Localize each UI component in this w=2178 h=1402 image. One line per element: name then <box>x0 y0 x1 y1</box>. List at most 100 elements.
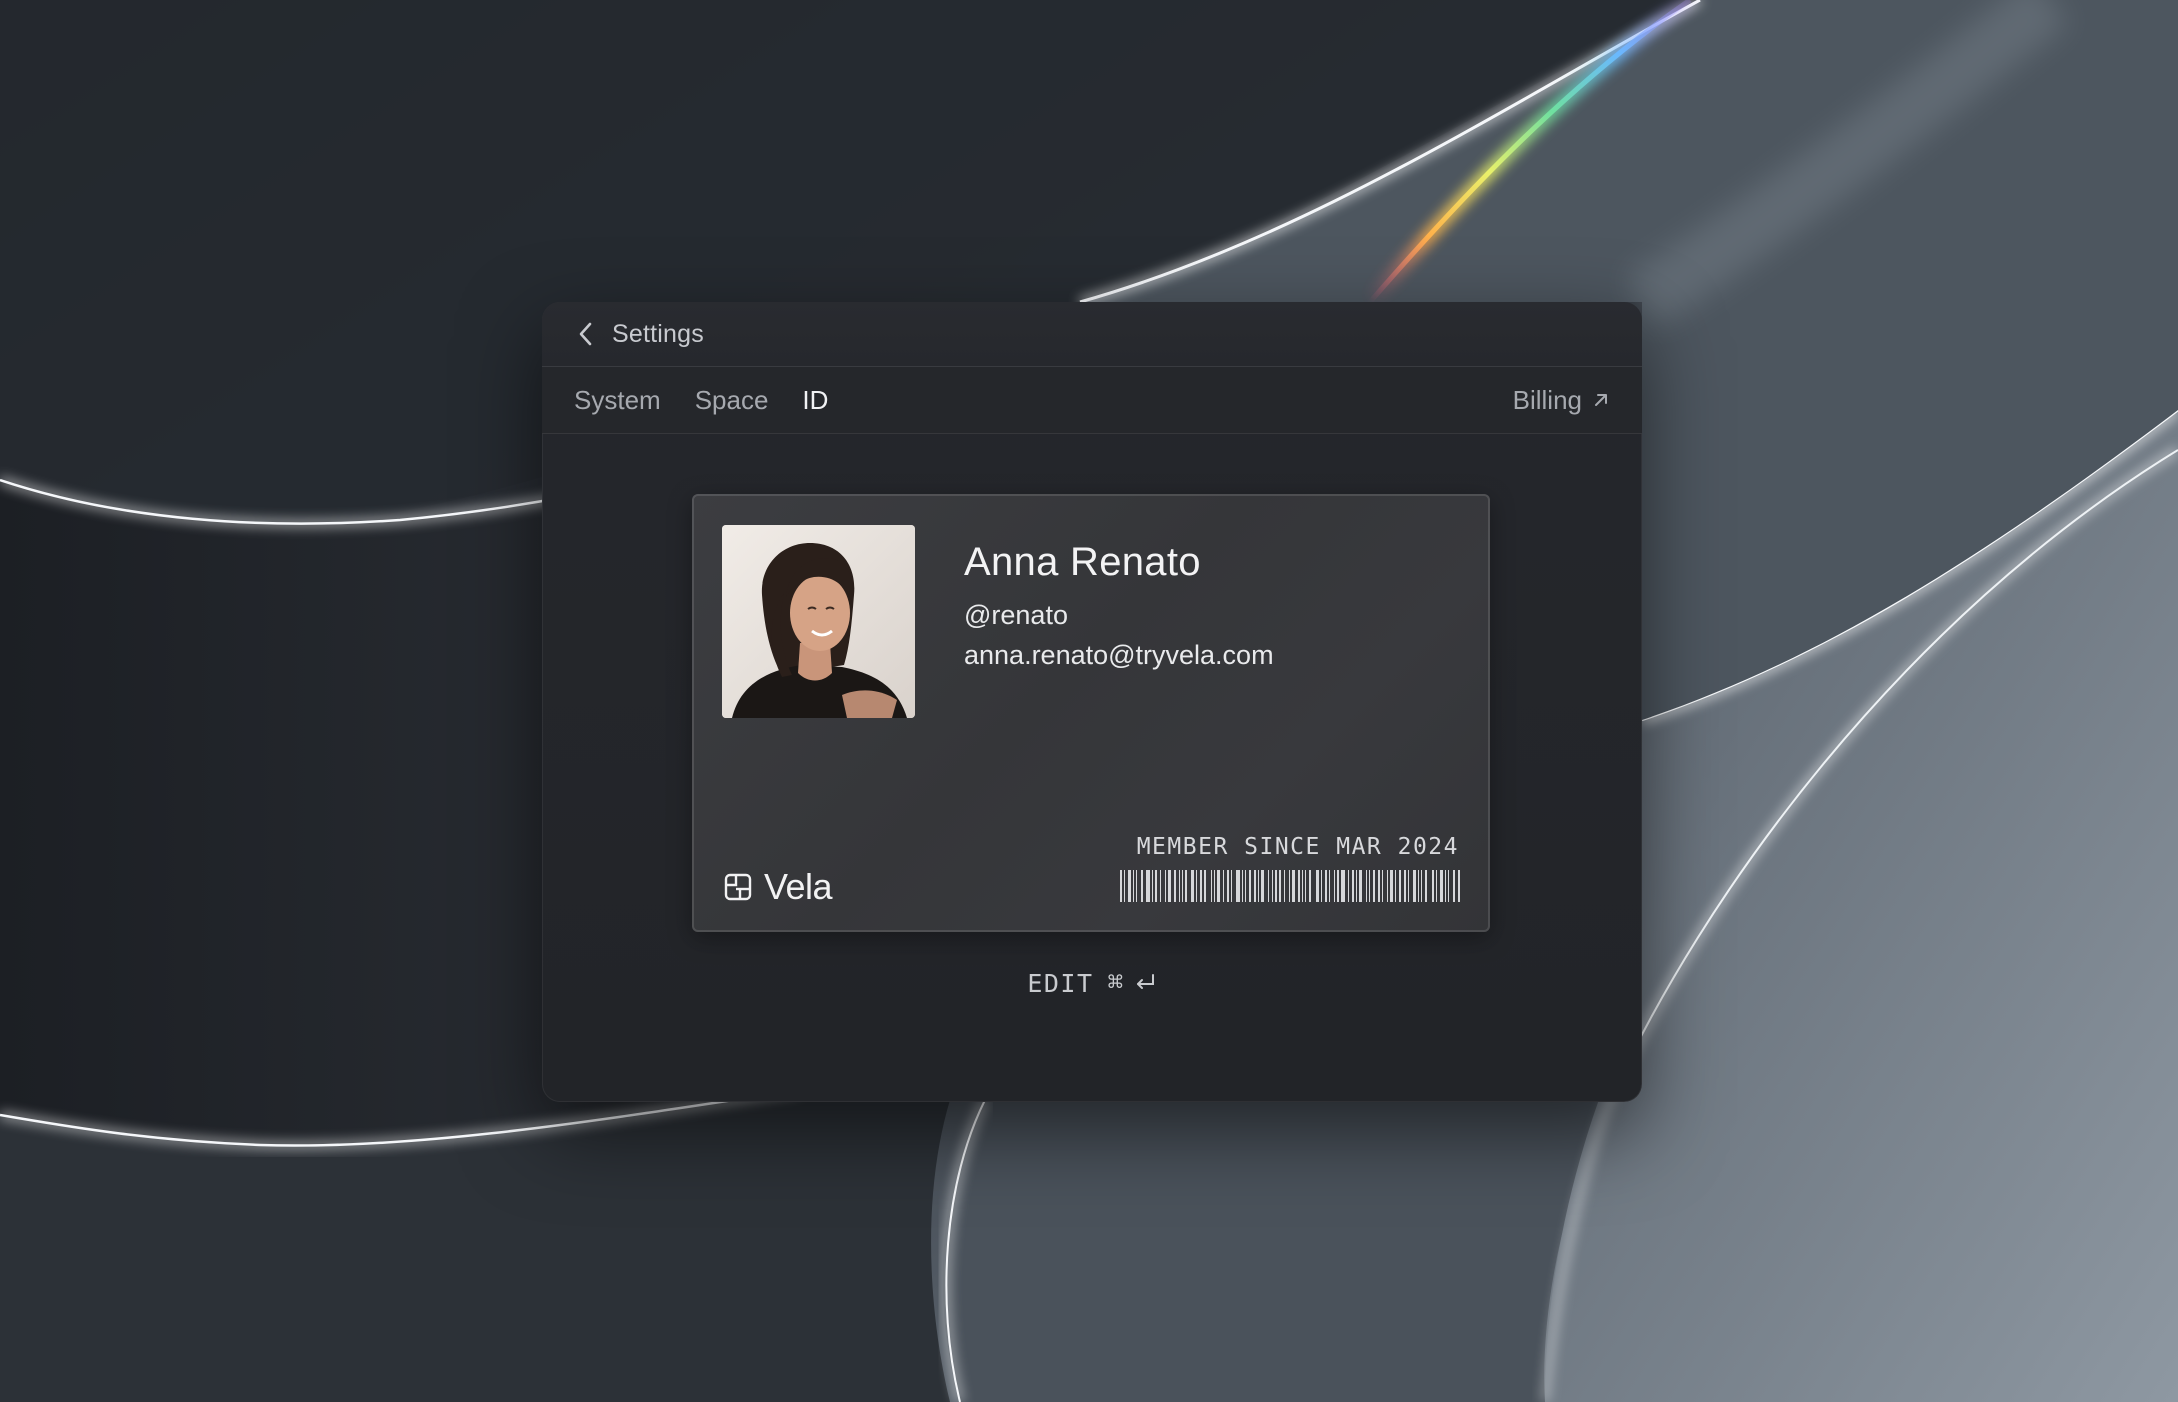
edit-label: EDIT <box>1027 968 1094 998</box>
barcode-bar <box>1141 870 1143 902</box>
barcode-bar <box>1152 870 1153 902</box>
barcode-bar <box>1231 870 1232 902</box>
barcode-bar <box>1268 870 1269 902</box>
tab-id[interactable]: ID <box>802 385 828 416</box>
barcode-bar <box>1217 870 1220 902</box>
tab-bar: System Space ID Billing <box>542 367 1642 434</box>
barcode-bar <box>1387 870 1388 902</box>
barcode-bar <box>1334 870 1335 902</box>
brand-logo: Vela <box>724 866 833 908</box>
barcode-bar <box>1258 870 1259 902</box>
barcode-bar <box>1302 870 1303 902</box>
barcode-bar <box>1399 870 1401 902</box>
barcode-bar <box>1458 870 1460 902</box>
barcode-bar <box>1316 870 1319 902</box>
barcode-bar <box>1191 870 1194 902</box>
barcode-bar <box>1425 870 1427 902</box>
barcode-bar <box>1168 870 1171 902</box>
barcode-bar <box>1298 870 1300 902</box>
brand-name: Vela <box>764 866 833 907</box>
edit-button[interactable]: EDIT ⌘ <box>542 968 1642 998</box>
id-card: Anna Renato @renato anna.renato@tryvela.… <box>692 494 1490 932</box>
barcode-bar <box>1352 870 1354 902</box>
barcode-bar <box>1448 870 1449 902</box>
avatar <box>722 525 915 718</box>
barcode-bar <box>1436 870 1437 902</box>
barcode-bar <box>1337 870 1339 902</box>
barcode-bar <box>1348 870 1349 902</box>
member-email: anna.renato@tryvela.com <box>964 640 1274 670</box>
barcode-bar <box>1359 870 1362 902</box>
barcode-bar <box>1249 870 1251 902</box>
member-handle: @renato <box>964 600 1068 630</box>
barcode-bar <box>1292 870 1295 902</box>
barcode-bar <box>1366 870 1367 902</box>
edit-shortcut: ⌘ <box>1108 968 1157 998</box>
billing-link[interactable]: Billing <box>1513 385 1610 416</box>
barcode-bar <box>1404 870 1406 902</box>
barcode-bar <box>1321 870 1322 902</box>
barcode-bar <box>1200 870 1202 902</box>
barcode-bar <box>1185 870 1187 902</box>
member-name: Anna Renato <box>964 540 1201 584</box>
barcode-bar <box>1124 870 1125 902</box>
barcode-bar <box>1133 870 1134 902</box>
barcode-bar <box>1329 870 1330 902</box>
barcode-bar <box>1373 870 1375 902</box>
barcode-bar <box>1245 870 1246 902</box>
profile-photo <box>722 525 915 718</box>
barcode-bar <box>1165 870 1166 902</box>
barcode-bar <box>1440 870 1443 902</box>
arrow-up-right-icon <box>1595 394 1607 406</box>
tab-system[interactable]: System <box>574 385 661 416</box>
barcode-bar <box>1182 870 1183 902</box>
settings-window: Settings System Space ID Billing Anna Re… <box>542 302 1642 1102</box>
barcode-bar <box>1146 870 1150 902</box>
barcode-bar <box>1223 870 1224 902</box>
billing-label: Billing <box>1512 384 1582 415</box>
barcode-bar <box>1432 870 1434 902</box>
barcode-bar <box>1275 870 1277 902</box>
barcode-bar <box>1408 870 1409 902</box>
barcode-bar <box>1254 870 1256 902</box>
barcode-bar <box>1261 870 1264 902</box>
barcode <box>1120 870 1460 902</box>
barcode-bar <box>1356 870 1357 902</box>
barcode-bar <box>1369 870 1370 902</box>
barcode-bar <box>1155 870 1157 902</box>
member-since: MEMBER SINCE MAR 2024 <box>1136 834 1459 860</box>
barcode-bar <box>1395 870 1396 902</box>
barcode-bar <box>1174 870 1176 902</box>
barcode-bar <box>1211 870 1212 902</box>
barcode-bar <box>1204 870 1206 902</box>
barcode-bar <box>1160 870 1161 902</box>
barcode-bar <box>1279 870 1281 902</box>
barcode-bar <box>1236 870 1240 902</box>
title-bar: Settings <box>542 302 1642 367</box>
barcode-bar <box>1272 870 1273 902</box>
barcode-bar <box>1390 870 1393 902</box>
barcode-bar <box>1242 870 1243 902</box>
barcode-bar <box>1341 870 1345 902</box>
barcode-bar <box>1284 870 1285 902</box>
barcode-bar <box>1179 870 1180 902</box>
barcode-bar <box>1289 870 1290 902</box>
barcode-bar <box>1120 870 1122 902</box>
chevron-left-icon <box>579 322 592 346</box>
barcode-bar <box>1382 870 1383 902</box>
return-icon <box>1136 974 1154 989</box>
barcode-bar <box>1305 870 1306 902</box>
barcode-bar <box>1378 870 1380 902</box>
barcode-bar <box>1214 870 1215 902</box>
barcode-bar <box>1413 870 1416 902</box>
barcode-bar <box>1453 870 1455 902</box>
vela-logo-icon <box>724 873 752 901</box>
barcode-bar <box>1445 870 1446 902</box>
tab-space[interactable]: Space <box>695 385 769 416</box>
barcode-bar <box>1136 870 1137 902</box>
barcode-bar <box>1196 870 1197 902</box>
barcode-bar <box>1128 870 1131 902</box>
barcode-bar <box>1418 870 1419 902</box>
back-button[interactable] <box>568 316 604 352</box>
barcode-bar <box>1227 870 1229 902</box>
